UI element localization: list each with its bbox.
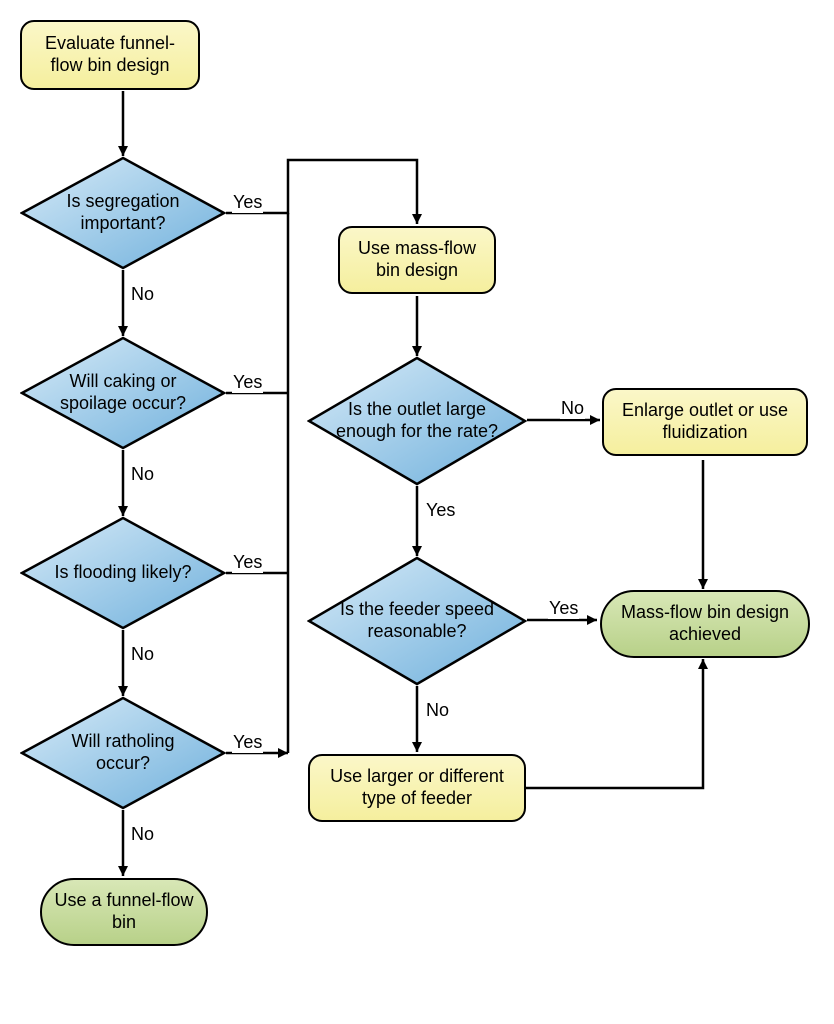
node-text: Enlarge outlet or use fluidization <box>616 400 794 443</box>
node-text: Will ratholing occur? <box>46 731 200 774</box>
connectors <box>0 0 834 1024</box>
node-text: Evaluate funnel-flow bin design <box>34 33 186 76</box>
node-text: Use larger or different type of feeder <box>322 766 512 809</box>
decision-segregation: Is segregation important? <box>20 156 226 270</box>
edge-label-no: No <box>130 464 155 485</box>
terminator-achieved: Mass-flow bin design achieved <box>600 590 810 658</box>
node-text: Is segregation important? <box>46 191 200 234</box>
node-text: Mass-flow bin design achieved <box>614 602 796 645</box>
edge-label-yes: Yes <box>425 500 456 521</box>
terminator-funnel: Use a funnel-flow bin <box>40 878 208 946</box>
process-enlarge-outlet: Enlarge outlet or use fluidization <box>602 388 808 456</box>
process-larger-feeder: Use larger or different type of feeder <box>308 754 526 822</box>
edge-label-no: No <box>560 398 585 419</box>
process-massflow: Use mass-flow bin design <box>338 226 496 294</box>
edge-label-yes: Yes <box>232 732 263 753</box>
edge-label-yes: Yes <box>232 372 263 393</box>
edge-label-yes: Yes <box>232 552 263 573</box>
decision-caking: Will caking or spoilage occur? <box>20 336 226 450</box>
edge-label-no: No <box>130 824 155 845</box>
node-text: Is flooding likely? <box>54 562 191 584</box>
decision-feeder: Is the feeder speed reasonable? <box>307 556 527 686</box>
edge-label-no: No <box>425 700 450 721</box>
node-text: Is the outlet large enough for the rate? <box>333 399 501 442</box>
edge-label-no: No <box>130 644 155 665</box>
node-text: Use a funnel-flow bin <box>54 890 194 933</box>
decision-flooding: Is flooding likely? <box>20 516 226 630</box>
node-text: Use mass-flow bin design <box>352 238 482 281</box>
edge-label-yes: Yes <box>548 598 579 619</box>
decision-outlet: Is the outlet large enough for the rate? <box>307 356 527 486</box>
decision-ratholing: Will ratholing occur? <box>20 696 226 810</box>
flowchart: Evaluate funnel-flow bin design Is segre… <box>0 0 834 1024</box>
edge-label-yes: Yes <box>232 192 263 213</box>
node-text: Is the feeder speed reasonable? <box>333 599 501 642</box>
node-text: Will caking or spoilage occur? <box>46 371 200 414</box>
edge-label-no: No <box>130 284 155 305</box>
start-process: Evaluate funnel-flow bin design <box>20 20 200 90</box>
